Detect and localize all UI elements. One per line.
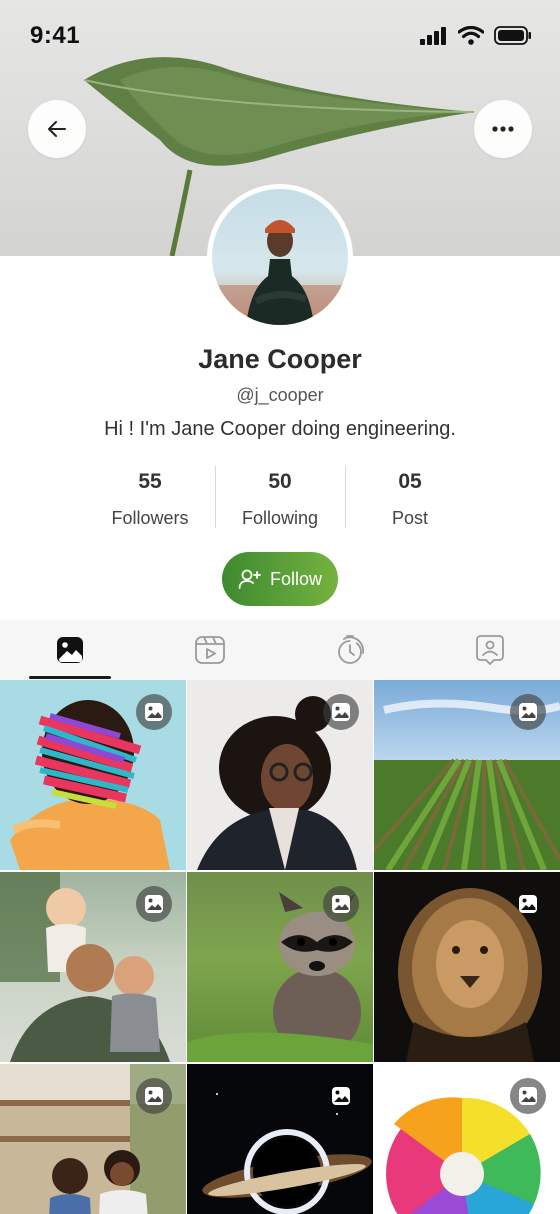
stat-value: 55 — [138, 470, 162, 493]
image-badge — [510, 1078, 546, 1114]
image-badge — [323, 1078, 359, 1114]
grid-item[interactable] — [0, 1064, 186, 1214]
video-icon — [195, 636, 225, 664]
timer-icon — [338, 635, 365, 664]
grid-item[interactable] — [187, 1064, 373, 1214]
image-badge — [510, 694, 546, 730]
more-options-button[interactable] — [474, 100, 532, 158]
add-user-icon — [238, 569, 261, 589]
image-icon — [519, 895, 537, 913]
tab-timer[interactable] — [280, 620, 420, 680]
user-badge-icon — [476, 635, 504, 666]
grid-item[interactable] — [0, 872, 186, 1062]
more-dots-icon — [492, 126, 514, 132]
stat-value: 05 — [398, 470, 422, 493]
grid-item[interactable] — [187, 680, 373, 870]
image-badge — [136, 886, 172, 922]
profile-bio: Hi ! I'm Jane Cooper doing engineering. — [104, 418, 456, 440]
tab-videos[interactable] — [140, 620, 280, 680]
stat-following[interactable]: 50 Following — [215, 464, 345, 530]
tab-tagged[interactable] — [420, 620, 560, 680]
status-bar: 9:41 — [0, 0, 560, 74]
image-icon — [519, 703, 537, 721]
grid-item[interactable] — [187, 872, 373, 1062]
image-icon — [519, 1087, 537, 1105]
follow-button[interactable]: Follow — [222, 552, 338, 606]
avatar-photo — [212, 220, 348, 325]
tab-photos[interactable] — [0, 620, 140, 680]
image-icon — [332, 895, 350, 913]
image-icon — [332, 703, 350, 721]
content-tabs — [0, 620, 560, 680]
stat-label: Followers — [111, 508, 189, 528]
follow-label: Follow — [269, 568, 322, 589]
image-badge — [136, 694, 172, 730]
photos-icon — [57, 637, 83, 663]
grid-item[interactable] — [374, 872, 560, 1062]
wifi-icon — [458, 26, 484, 45]
battery-icon — [494, 26, 531, 45]
grid-item[interactable] — [0, 680, 186, 870]
image-icon — [145, 1087, 163, 1105]
grid-item[interactable] — [374, 1064, 560, 1214]
image-badge — [323, 694, 359, 730]
stat-followers[interactable]: 55 Followers — [85, 464, 215, 530]
stat-posts[interactable]: 05 Post — [345, 464, 475, 530]
image-badge — [323, 886, 359, 922]
avatar[interactable] — [207, 184, 353, 330]
grid-item[interactable] — [374, 680, 560, 870]
image-icon — [145, 703, 163, 721]
image-badge — [510, 886, 546, 922]
stat-value: 50 — [268, 470, 292, 493]
image-icon — [332, 1087, 350, 1105]
profile-handle: @j_cooper — [236, 385, 324, 405]
profile-name: Jane Cooper — [198, 344, 362, 374]
photo-grid — [0, 680, 560, 1214]
stat-label: Following — [241, 508, 319, 528]
profile-stats: 55 Followers 50 Following 05 Post — [85, 464, 475, 530]
image-icon — [145, 895, 163, 913]
signal-icon — [420, 26, 446, 45]
stat-label: Post — [391, 508, 429, 528]
status-time: 9:41 — [30, 22, 81, 49]
image-badge — [136, 1078, 172, 1114]
arrow-left-icon — [48, 121, 66, 137]
back-button[interactable] — [28, 100, 86, 158]
